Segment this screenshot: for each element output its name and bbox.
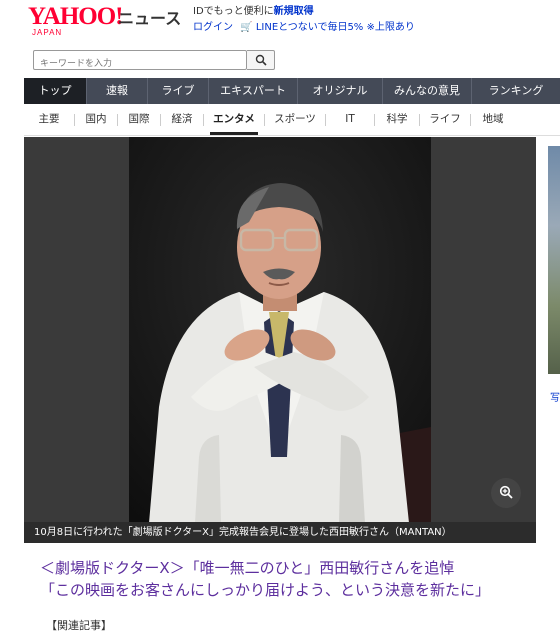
category-tab-it[interactable]: IT (326, 104, 374, 135)
category-tab-entertainment[interactable]: エンタメ (204, 104, 264, 135)
related-articles-label: 【関連記事】 (46, 619, 112, 632)
search-icon (255, 51, 267, 70)
site-header: YAHOO! JAPAN ニュース IDでもっと便利に新規取得 ログイン 🛒 L… (0, 0, 560, 78)
sidebar-thumbnail[interactable] (548, 146, 560, 374)
nav-tab-top[interactable]: トップ (24, 78, 86, 104)
nav-tab-opinions[interactable]: みんなの意見 (383, 78, 471, 104)
category-tab-domestic[interactable]: 国内 (75, 104, 117, 135)
category-tab-sports[interactable]: スポーツ (265, 104, 325, 135)
article-photo-panel: 10月8日に行われた「劇場版ドクターX」完成報告会見に登場した西田敏行さん（MA… (24, 137, 536, 543)
nav-tab-live[interactable]: ライブ (148, 78, 208, 104)
cart-icon: 🛒 (240, 22, 253, 33)
id-promo-text: IDでもっと便利に (193, 6, 274, 17)
login-area: IDでもっと便利に新規取得 ログイン 🛒 LINEとつないで毎日5% ※上限あり (193, 4, 415, 35)
photo-caption: 10月8日に行われた「劇場版ドクターX」完成報告会見に登場した西田敏行さん（MA… (24, 522, 536, 543)
zoom-in-icon (499, 484, 513, 503)
search-field[interactable] (33, 50, 247, 73)
photo-illustration (129, 137, 431, 523)
category-navigation: 主要 国内 国際 経済 エンタメ スポーツ IT 科学 ライフ 地域 (24, 104, 560, 136)
search-button[interactable] (247, 50, 275, 70)
category-tab-economy[interactable]: 経済 (161, 104, 203, 135)
category-tab-local[interactable]: 地域 (471, 104, 515, 135)
yahoo-japan-logo[interactable]: YAHOO! JAPAN (28, 3, 123, 38)
login-link[interactable]: ログイン (193, 22, 233, 33)
sidebar-partial-text[interactable]: 写 (550, 389, 560, 404)
search-input[interactable] (34, 55, 246, 73)
article-photo[interactable] (129, 137, 431, 523)
news-service-name[interactable]: ニュース (118, 5, 181, 29)
category-tab-science[interactable]: 科学 (375, 104, 419, 135)
logo-wordmark: YAHOO! (28, 3, 123, 30)
category-tab-international[interactable]: 国際 (118, 104, 160, 135)
category-tab-main[interactable]: 主要 (24, 104, 74, 135)
headline-line-1: ＜劇場版ドクターX＞「唯一無二のひと」西田敏行さんを追悼 (40, 559, 455, 577)
category-tab-life[interactable]: ライフ (420, 104, 470, 135)
article-headline[interactable]: ＜劇場版ドクターX＞「唯一無二のひと」西田敏行さんを追悼 「この映画をお客さんに… (40, 557, 530, 601)
nav-tab-breaking[interactable]: 速報 (87, 78, 147, 104)
photo-zoom-button[interactable] (491, 478, 521, 508)
register-link[interactable]: 新規取得 (274, 6, 314, 17)
headline-line-2: 「この映画をお客さんにしっかり届けよう、という決意を新たに」 (40, 581, 491, 599)
nav-tab-original[interactable]: オリジナル (298, 78, 382, 104)
nav-tab-expert[interactable]: エキスパート (209, 78, 297, 104)
nav-tab-ranking[interactable]: ランキング (472, 78, 560, 104)
line-promo-link[interactable]: LINEとつないで毎日5% ※上限あり (256, 22, 415, 33)
main-navigation: トップ 速報 ライブ エキスパート オリジナル みんなの意見 ランキング (24, 78, 560, 104)
